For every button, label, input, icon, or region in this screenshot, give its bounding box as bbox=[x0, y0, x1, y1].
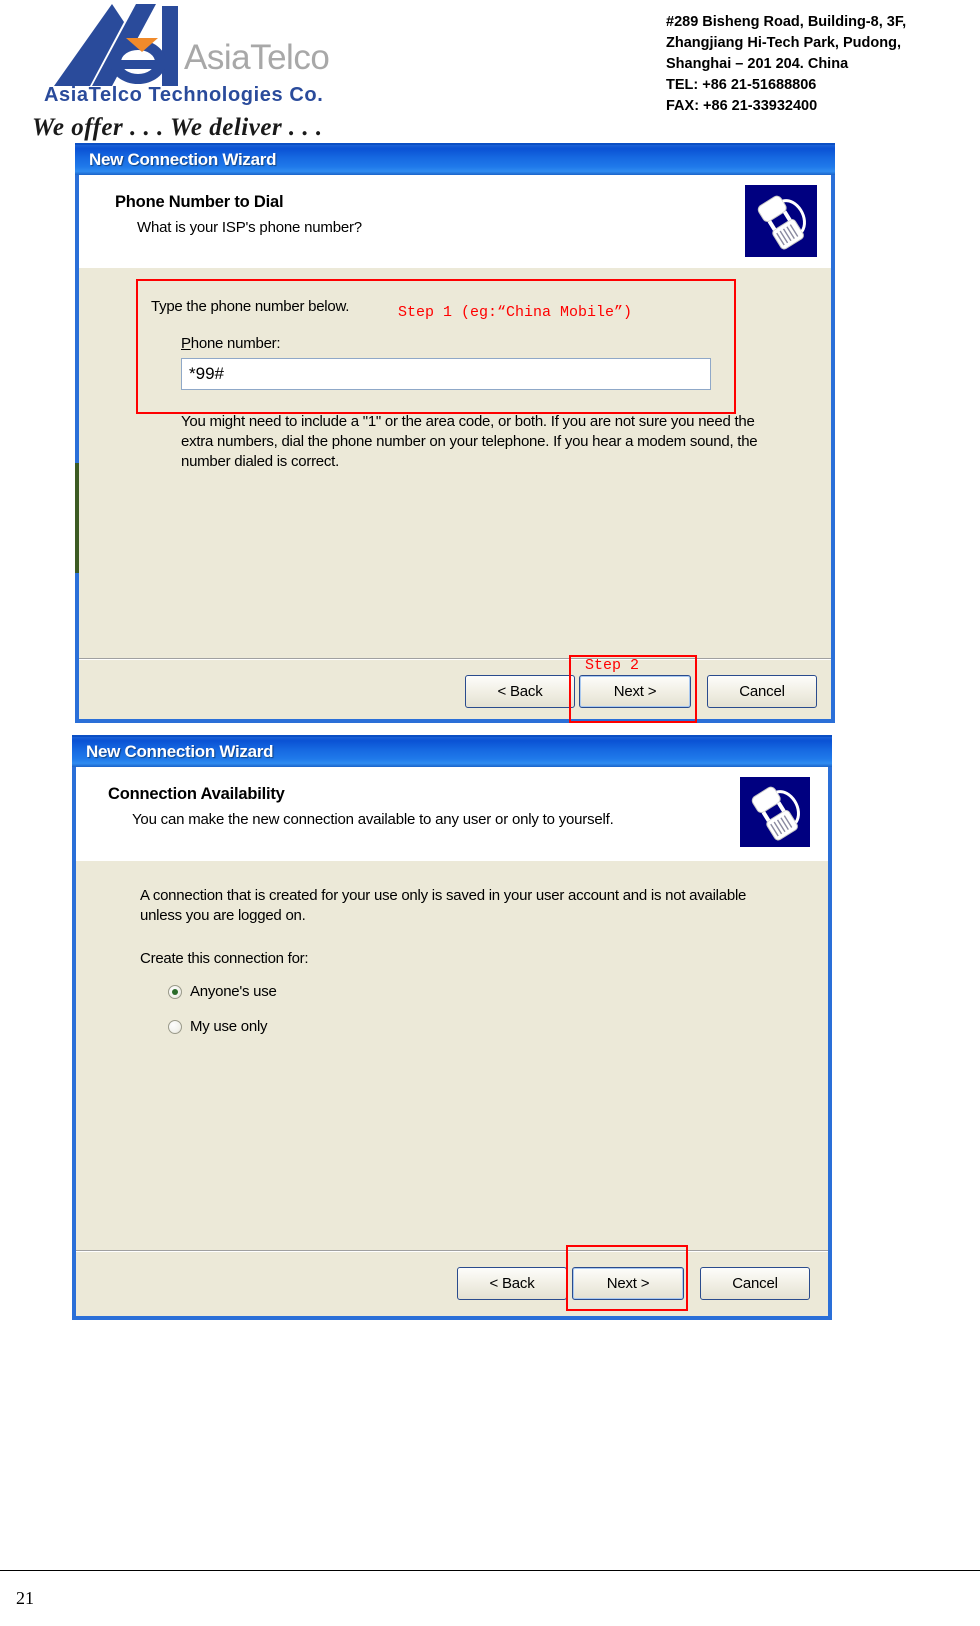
next-button-label: Next > bbox=[613, 683, 657, 700]
back-button-2[interactable]: < Back bbox=[457, 1267, 567, 1300]
radio-my-use-only[interactable]: My use only bbox=[168, 1018, 268, 1035]
cancel-button-2[interactable]: Cancel bbox=[700, 1267, 810, 1300]
address-fax: FAX: +86 21-33932400 bbox=[666, 98, 818, 114]
address-line-2: Zhangjiang Hi-Tech Park, Pudong, bbox=[666, 35, 901, 51]
radio-anyones-use[interactable]: Anyone's use bbox=[168, 983, 277, 1000]
step1-annotation-label: Step 1 (eg:“China Mobile”) bbox=[398, 304, 633, 321]
phone-number-label: Phone number: bbox=[181, 335, 281, 352]
window-right-border-2 bbox=[828, 735, 832, 1320]
address-tel: TEL: +86 21-51688806 bbox=[666, 77, 817, 93]
cancel-button-label: Cancel bbox=[739, 683, 785, 700]
phone-number-input[interactable] bbox=[181, 358, 711, 390]
letterhead-address: #289 Bisheng Road, Building-8, 3F, Zhang… bbox=[666, 12, 906, 117]
logo-company-name: AsiaTelco Technologies Co. bbox=[44, 84, 324, 106]
back-button-label: < Back bbox=[497, 683, 543, 700]
window-bottom-border bbox=[75, 719, 835, 723]
dialog2-title-text: New Connection Wizard bbox=[86, 742, 274, 761]
radio-my-use-only-indicator[interactable] bbox=[168, 1019, 182, 1034]
dialog2-body-text: A connection that is created for your us… bbox=[140, 887, 747, 924]
dialog2-header-subtitle: You can make the new connection availabl… bbox=[132, 811, 614, 828]
step2-annotation-label: Step 2 bbox=[585, 657, 640, 674]
dialog1-button-separator bbox=[79, 658, 831, 660]
radio-anyones-use-indicator[interactable] bbox=[168, 984, 182, 999]
cancel-button[interactable]: Cancel bbox=[707, 675, 817, 708]
address-line-3: Shanghai – 201 204. China bbox=[666, 56, 849, 72]
page-number: 21 bbox=[16, 1588, 34, 1608]
radio-my-use-only-label: My use only bbox=[190, 1018, 268, 1035]
dialog1-hint-text: You might need to include a "1" or the a… bbox=[181, 413, 758, 470]
cancel-button-2-label: Cancel bbox=[732, 1275, 778, 1292]
next-button[interactable]: Next > bbox=[579, 675, 691, 708]
dialog1-header-title: Phone Number to Dial bbox=[115, 193, 284, 211]
dialog2-header-band: Connection Availability You can make the… bbox=[76, 767, 828, 863]
dialog1-title-text: New Connection Wizard bbox=[89, 150, 277, 169]
company-logo: AsiaTelco AsiaTelco Technologies Co. We … bbox=[22, 2, 442, 142]
dialog2-button-separator bbox=[76, 1250, 828, 1252]
logo-tagline: We offer . . . We deliver . . . bbox=[32, 114, 323, 141]
new-connection-wizard-phone-number-dialog: New Connection Wizard Phone Number to Di… bbox=[75, 143, 835, 723]
next-button-2-label: Next > bbox=[606, 1275, 650, 1292]
next-button-2[interactable]: Next > bbox=[572, 1267, 684, 1300]
dialog2-header-title: Connection Availability bbox=[108, 785, 285, 803]
window-right-border bbox=[831, 143, 835, 723]
phone-modem-icon bbox=[745, 185, 817, 257]
letterhead: AsiaTelco AsiaTelco Technologies Co. We … bbox=[0, 0, 980, 142]
dialog1-titlebar[interactable]: New Connection Wizard bbox=[75, 143, 835, 175]
dialog2-titlebar[interactable]: New Connection Wizard bbox=[72, 735, 832, 767]
dialog1-header-subtitle: What is your ISP's phone number? bbox=[137, 219, 362, 236]
address-line-1: #289 Bisheng Road, Building-8, 3F, bbox=[666, 14, 907, 30]
dialog1-instruction: Type the phone number below. bbox=[151, 298, 350, 315]
footer-divider bbox=[0, 1570, 980, 1571]
new-connection-wizard-availability-dialog: New Connection Wizard Connection Availab… bbox=[72, 735, 832, 1320]
radio-anyones-use-label: Anyone's use bbox=[190, 983, 277, 1000]
window-bottom-border-2 bbox=[72, 1316, 832, 1320]
logo-wordmark: AsiaTelco bbox=[184, 38, 330, 77]
back-button[interactable]: < Back bbox=[465, 675, 575, 708]
create-connection-for-label: Create this connection for: bbox=[140, 950, 309, 967]
phone-modem-icon-2 bbox=[740, 777, 810, 847]
dialog1-header-band: Phone Number to Dial What is your ISP's … bbox=[79, 175, 831, 270]
dialog1-body: Type the phone number below. Phone numbe… bbox=[79, 268, 831, 719]
dialog2-body: A connection that is created for your us… bbox=[76, 861, 828, 1316]
back-button-2-label: < Back bbox=[489, 1275, 535, 1292]
ael-logo-icon bbox=[54, 4, 178, 86]
